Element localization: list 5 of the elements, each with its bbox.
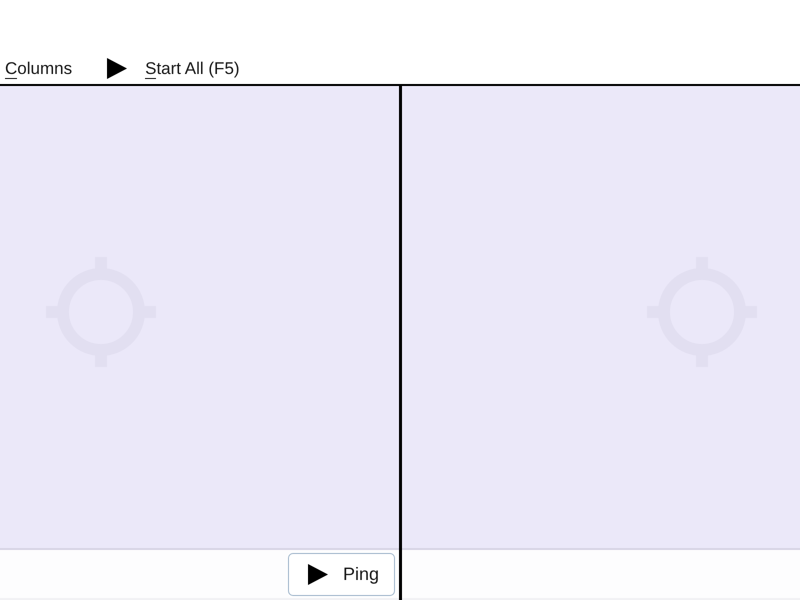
play-icon [308, 564, 328, 584]
ping-button[interactable]: Ping [288, 552, 395, 596]
columns-menu[interactable]: Columns [5, 57, 72, 79]
start-all-button[interactable]: Start All (F5) [107, 57, 240, 79]
play-icon [107, 58, 128, 78]
